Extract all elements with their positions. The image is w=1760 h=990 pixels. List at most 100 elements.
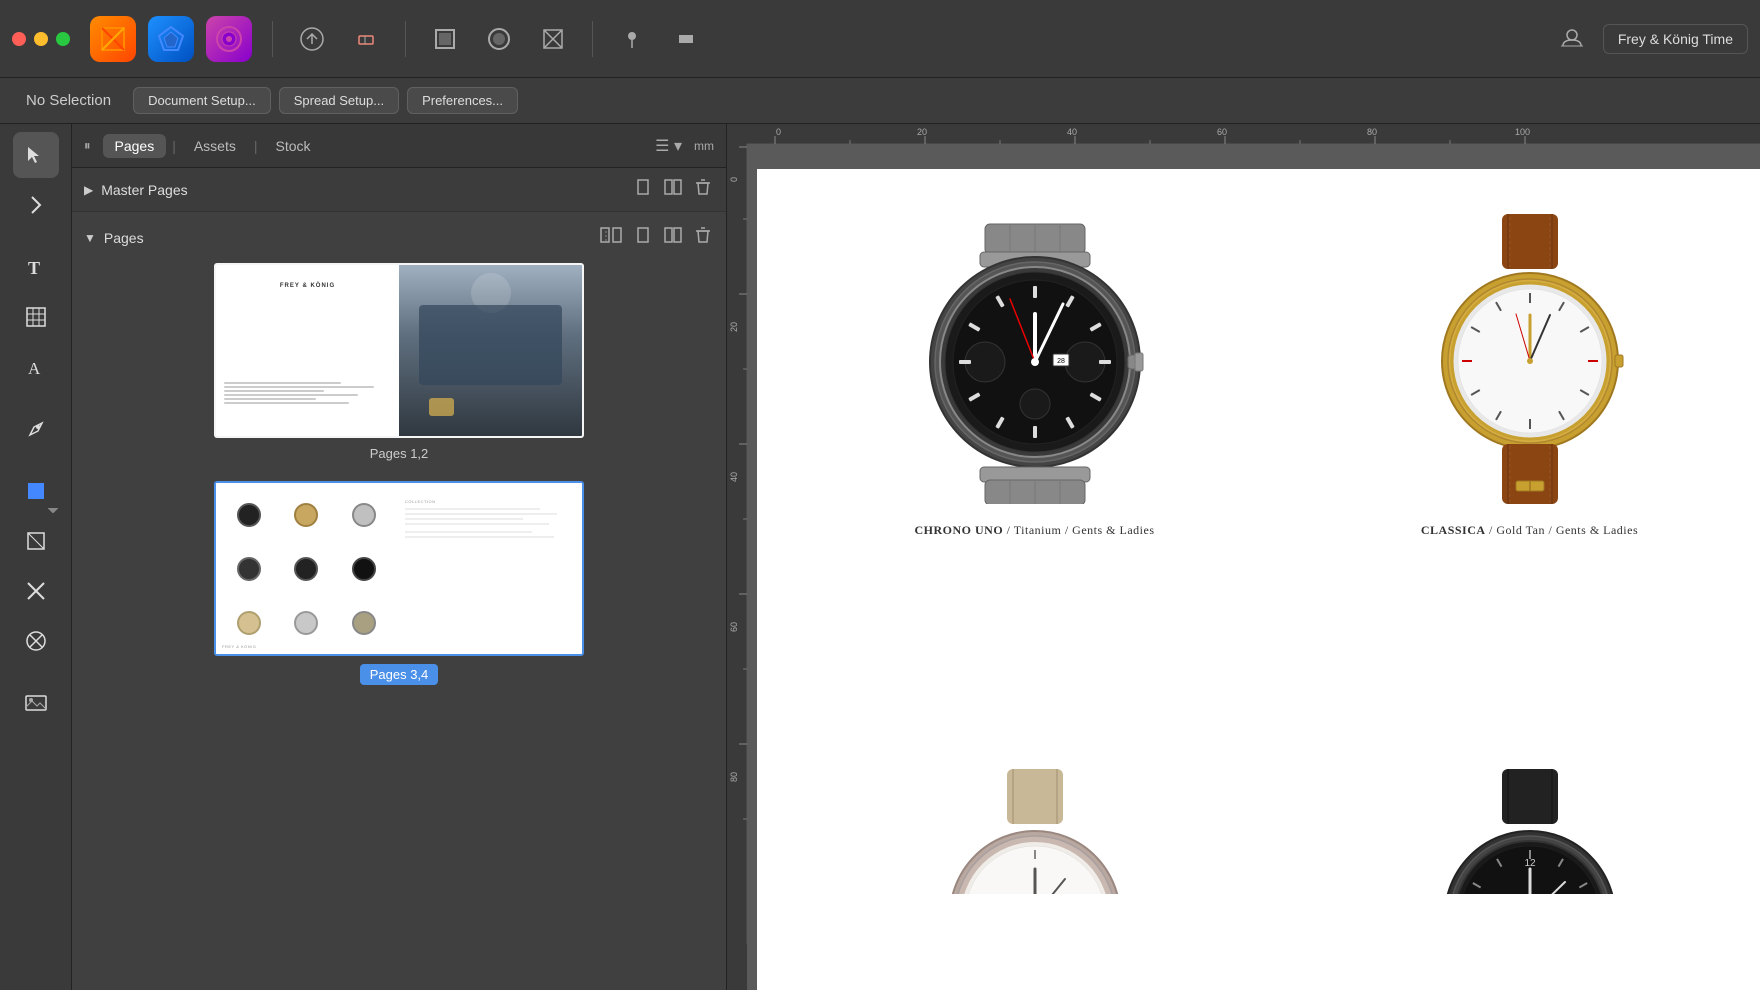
tab-stock[interactable]: Stock: [264, 134, 323, 158]
no-selection-label: No Selection: [12, 87, 125, 114]
ruler-vertical: 0 20 40 60 80: [727, 144, 747, 990]
cross-tool-icon[interactable]: [13, 568, 59, 614]
svg-text:20: 20: [917, 127, 927, 137]
page-thumb-1-2[interactable]: FREY & KÖNIG: [214, 263, 584, 438]
pause-icon[interactable]: ⏸: [84, 138, 91, 154]
pages-section-title: Pages: [104, 230, 598, 246]
svg-text:40: 40: [1067, 127, 1077, 137]
tab-pages[interactable]: Pages: [103, 134, 167, 158]
image-tool-icon[interactable]: [13, 680, 59, 726]
photo-app-icon[interactable]: [206, 16, 252, 62]
tab-separator-1: |: [172, 138, 176, 154]
tab-assets[interactable]: Assets: [182, 134, 248, 158]
svg-text:20: 20: [729, 322, 739, 332]
master-pages-actions: [632, 176, 714, 203]
pin-tool-button[interactable]: [609, 16, 655, 62]
toolbar2: No Selection Document Setup... Spread Se…: [0, 78, 1760, 124]
master-delete-icon[interactable]: [692, 176, 714, 203]
title-bar: Frey & König Time: [0, 0, 1760, 78]
watch-item-classica: CLASSICA / Gold Tan / Gents & Ladies: [1302, 209, 1757, 538]
chrono-uno-variant: / Titanium / Gents & Ladies: [1007, 523, 1155, 537]
thumb-logo: FREY & KÖNIG: [280, 283, 335, 289]
ruler-horizontal: 0 20 40 60 80 100: [747, 124, 1760, 144]
publisher-app-icon[interactable]: [90, 16, 136, 62]
master-pages-header: ▶ Master Pages: [72, 168, 726, 212]
eraser-tool-button[interactable]: [343, 16, 389, 62]
window-buttons: [12, 32, 70, 46]
circle-x-tool-icon[interactable]: [13, 618, 59, 664]
maximize-button[interactable]: [56, 32, 70, 46]
svg-text:80: 80: [1367, 127, 1377, 137]
spread-setup-button[interactable]: Spread Setup...: [279, 87, 399, 114]
pages-layout-icon[interactable]: [598, 224, 624, 251]
placeholder-tool-icon[interactable]: [13, 518, 59, 564]
watch-item-chrono-uno: 28: [807, 209, 1262, 538]
profile-tool-button[interactable]: [1549, 16, 1595, 62]
upload-tool-button[interactable]: [289, 16, 335, 62]
svg-text:28: 28: [1057, 358, 1065, 365]
close-button[interactable]: [12, 32, 26, 46]
font-tool-icon[interactable]: A: [13, 344, 59, 390]
chrono-uno-caption: CHRONO UNO / Titanium / Gents & Ladies: [914, 523, 1154, 538]
select-tool-icon[interactable]: [13, 132, 59, 178]
page-thumb-1-2-container: FREY & KÖNIG: [84, 263, 714, 461]
page-canvas: 28: [747, 144, 1760, 990]
master-pages-toggle[interactable]: ▶: [84, 183, 93, 197]
x-frame-button[interactable]: [530, 16, 576, 62]
toolbar-separator-1: [272, 21, 273, 57]
page-white: 28: [757, 169, 1760, 990]
canvas-area: 0 20 40 60 80 100: [727, 124, 1760, 990]
classica-caption: CLASSICA / Gold Tan / Gents & Ladies: [1421, 523, 1638, 538]
page-label-3-4: Pages 3,4: [360, 664, 439, 685]
svg-text:100: 100: [1515, 127, 1530, 137]
ruler-corner: [727, 124, 747, 144]
pen-tool-icon[interactable]: [13, 406, 59, 452]
document-setup-button[interactable]: Document Setup...: [133, 87, 271, 114]
shape-fill-icon[interactable]: [13, 468, 59, 514]
frame-tool-button[interactable]: [422, 16, 468, 62]
bottom-right-image: 12: [1390, 714, 1670, 894]
text-tool-icon[interactable]: T: [13, 244, 59, 290]
pages-toggle[interactable]: ▼: [84, 231, 96, 245]
svg-text:0: 0: [729, 177, 739, 182]
pages-panel: ⏸ Pages | Assets | Stock ☰ ▾ mm ▶ Master…: [72, 124, 727, 990]
table-tool-icon[interactable]: [13, 294, 59, 340]
svg-text:A: A: [28, 359, 41, 378]
designer-app-icon[interactable]: [148, 16, 194, 62]
left-tool-panel: T A: [0, 124, 72, 990]
facing-page-icon[interactable]: [662, 176, 684, 203]
svg-text:0: 0: [776, 127, 781, 137]
svg-text:80: 80: [729, 772, 739, 782]
tab-separator-2: |: [254, 138, 258, 154]
pages-section-header: ▼ Pages: [84, 224, 714, 251]
minimize-button[interactable]: [34, 32, 48, 46]
svg-text:12: 12: [1524, 858, 1536, 869]
watch-item-bottom-left: [807, 714, 1262, 894]
main-area: T A ⏸: [0, 124, 1760, 990]
watch-item-bottom-right: 12: [1302, 714, 1757, 894]
pages-delete-icon[interactable]: [692, 224, 714, 251]
page-thumb-3-4[interactable]: FREY & KÖNIG COLLECTION: [214, 481, 584, 656]
classica-image: [1380, 209, 1680, 509]
preferences-button[interactable]: Preferences...: [407, 87, 518, 114]
svg-text:T: T: [28, 258, 40, 278]
svg-text:60: 60: [729, 622, 739, 632]
svg-text:60: 60: [1217, 127, 1227, 137]
unit-label: mm: [694, 139, 714, 153]
single-page-icon[interactable]: [632, 176, 654, 203]
bottom-left-image: [895, 714, 1175, 894]
node-tool-icon[interactable]: [13, 182, 59, 228]
page-label-1-2: Pages 1,2: [370, 446, 429, 461]
rect-tool-button[interactable]: [663, 16, 709, 62]
toolbar-separator-2: [405, 21, 406, 57]
pages-section: ▼ Pages: [72, 212, 726, 990]
circle-frame-button[interactable]: [476, 16, 522, 62]
add-single-page-icon[interactable]: [632, 224, 654, 251]
chrono-uno-image: 28: [885, 209, 1185, 509]
panel-tabs: ⏸ Pages | Assets | Stock ☰ ▾ mm: [72, 124, 726, 168]
master-pages-title: Master Pages: [101, 182, 632, 198]
svg-text:40: 40: [729, 472, 739, 482]
list-menu-icon[interactable]: ☰ ▾: [655, 136, 682, 156]
page-thumb-3-4-container: FREY & KÖNIG COLLECTION Pages 3,4: [84, 481, 714, 685]
add-facing-page-icon[interactable]: [662, 224, 684, 251]
